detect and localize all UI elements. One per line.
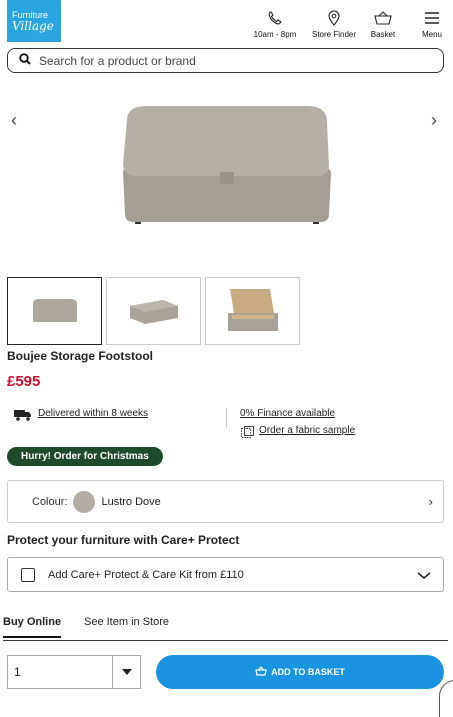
basket-link[interactable]: Basket: [367, 8, 399, 39]
tab-buy-online[interactable]: Buy Online: [3, 616, 61, 628]
store-finder-label: Store Finder: [311, 30, 357, 39]
care-protect-option[interactable]: Add Care+ Protect & Care Kit from £110: [7, 557, 444, 592]
quantity-select[interactable]: 1: [7, 655, 141, 689]
search-placeholder: Search for a product or brand: [39, 53, 196, 68]
quantity-value: 1: [14, 665, 21, 679]
chevron-right-icon: ›: [428, 494, 433, 509]
care-protect-heading: Protect your furniture with Care+ Protec…: [7, 533, 240, 547]
basket-icon: [374, 8, 392, 28]
gallery-prev-button[interactable]: ‹: [11, 110, 17, 131]
site-header: Furniture Village 10am - 8pm Store Finde…: [0, 0, 453, 44]
location-pin-icon: [327, 8, 341, 28]
care-protect-checkbox[interactable]: [21, 567, 35, 582]
furniture-village-logo[interactable]: Furniture Village: [7, 0, 61, 42]
logo-line2: Village: [12, 18, 54, 33]
product-thumbnail-2[interactable]: [106, 277, 201, 345]
hamburger-menu-icon: [424, 8, 440, 28]
menu-label: Menu: [421, 30, 442, 39]
info-divider: [226, 408, 227, 428]
fabric-sample-icon: [241, 425, 254, 443]
product-price: £595: [7, 373, 41, 390]
delivery-truck-icon: [14, 408, 32, 426]
product-thumbnail-1[interactable]: [7, 277, 102, 345]
search-input[interactable]: Search for a product or brand: [7, 48, 444, 73]
fabric-sample-link[interactable]: Order a fabric sample: [259, 425, 355, 436]
colour-swatch: [73, 490, 96, 513]
care-protect-label: Add Care+ Protect & Care Kit from £110: [48, 568, 244, 581]
gallery-next-button[interactable]: ›: [431, 110, 437, 131]
menu-button[interactable]: Menu: [418, 8, 446, 39]
product-title: Boujee Storage Footstool: [7, 349, 154, 363]
colour-selector[interactable]: Colour: Lustro Dove ›: [7, 480, 444, 523]
product-thumbnail-3[interactable]: [205, 277, 300, 345]
finance-link[interactable]: 0% Finance available: [240, 408, 335, 419]
colour-value: Lustro Dove: [101, 495, 161, 508]
basket-icon: [255, 666, 267, 678]
opening-hours-label: 10am - 8pm: [253, 30, 297, 39]
active-tab-indicator: [3, 636, 61, 638]
phone-icon: [267, 8, 283, 28]
search-icon: [19, 52, 31, 70]
product-main-image: [117, 100, 337, 230]
tabs-divider: [3, 640, 448, 641]
logo-line1: Furniture: [12, 9, 49, 20]
caret-down-icon[interactable]: [112, 656, 140, 688]
colour-label: Colour:: [32, 495, 68, 508]
add-to-basket-label: ADD TO BASKET: [271, 667, 345, 677]
tab-see-in-store[interactable]: See Item in Store: [84, 616, 169, 628]
chevron-down-icon: [417, 567, 431, 585]
christmas-badge: Hurry! Order for Christmas: [7, 447, 163, 466]
opening-hours-link[interactable]: 10am - 8pm: [251, 8, 299, 39]
delivery-link[interactable]: Delivered within 8 weeks: [38, 408, 148, 419]
basket-label: Basket: [370, 30, 396, 39]
chat-widget-button[interactable]: [439, 680, 453, 717]
store-finder-link[interactable]: Store Finder: [308, 8, 360, 39]
add-to-basket-button[interactable]: ADD TO BASKET: [156, 655, 444, 689]
